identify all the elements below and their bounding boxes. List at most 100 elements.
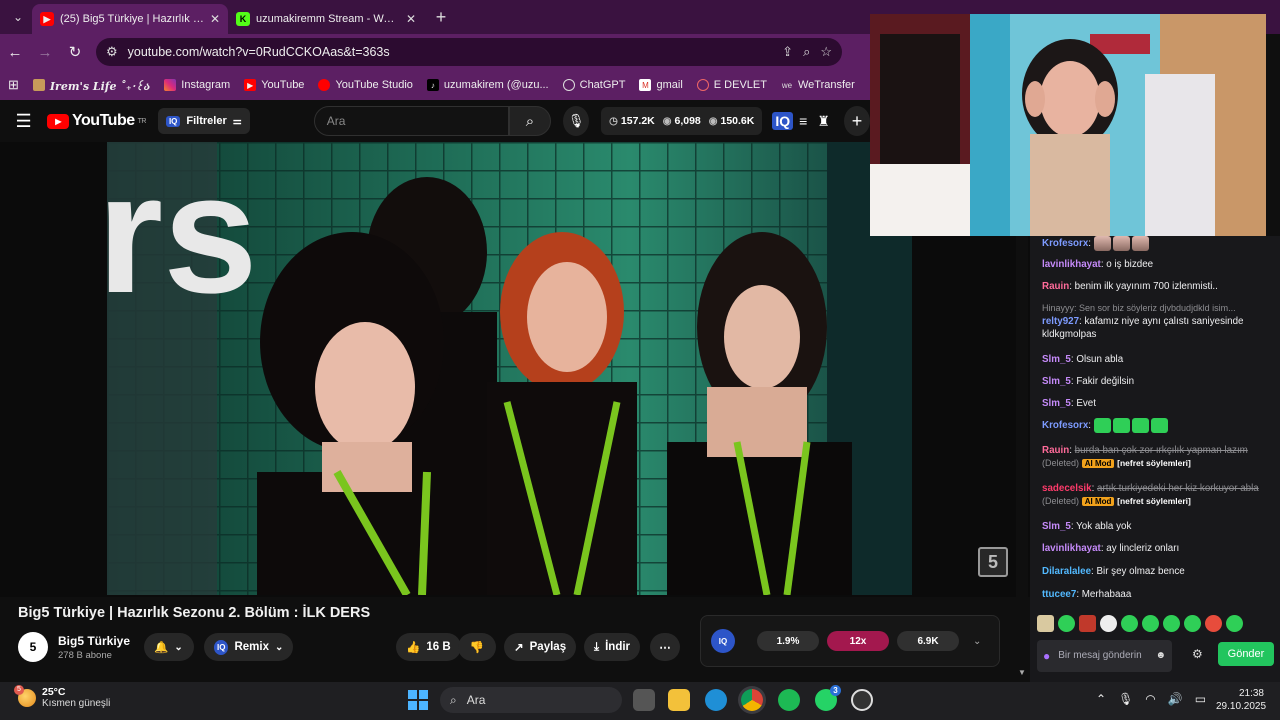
- chat-message: lavinlikhayat: ay lincleriz onları: [1042, 543, 1180, 554]
- list-icon[interactable]: ≡: [799, 113, 807, 129]
- bookmark-edevlet[interactable]: E DEVLET: [696, 79, 767, 91]
- chat-message: Slm_5: Fakir değilsin: [1042, 376, 1135, 387]
- youtube-play-icon: ▶: [47, 113, 70, 129]
- whatsapp-icon[interactable]: 3: [815, 685, 841, 711]
- remix-button[interactable]: IQ Remix ⌄: [204, 633, 294, 661]
- chat-message: Dilaralalee: Bir şey olmaz bence: [1042, 566, 1185, 577]
- chat-settings-icon[interactable]: ⚙: [1192, 647, 1203, 661]
- weather-widget[interactable]: 5 25°C Kısmen güneşli: [14, 684, 110, 709]
- bookmark-chatgpt[interactable]: ChatGPT: [562, 79, 625, 91]
- emote-icon[interactable]: [1205, 615, 1222, 632]
- emoji-icon[interactable]: ☻: [1155, 650, 1166, 662]
- bookmark-tiktok[interactable]: ♪ uzumakirem (@uzu...: [426, 79, 549, 91]
- emote-icon: [1093, 236, 1111, 251]
- voice-search-button[interactable]: 🎙: [563, 106, 590, 136]
- emote-icon: [1093, 418, 1111, 433]
- emote-icon[interactable]: [1142, 615, 1159, 632]
- notifications-button[interactable]: 🔔 ⌄: [144, 633, 194, 661]
- close-tab-icon[interactable]: ✕: [210, 12, 220, 26]
- mic-icon[interactable]: 🎙: [1118, 692, 1133, 706]
- forward-button[interactable]: →: [30, 37, 60, 67]
- new-tab-button[interactable]: +: [428, 4, 454, 30]
- emote-icon[interactable]: [1226, 615, 1243, 632]
- more-actions-button[interactable]: ⋯: [650, 633, 680, 661]
- stat-likes: ◷ 157.2K: [609, 115, 655, 127]
- mic-icon[interactable]: ●: [1043, 650, 1050, 662]
- emote-icon: [1131, 418, 1149, 433]
- emote-icon[interactable]: [1079, 615, 1096, 632]
- create-button[interactable]: +: [843, 106, 871, 136]
- download-button[interactable]: ⤓ İndir: [584, 633, 641, 661]
- task-view-icon[interactable]: [633, 689, 655, 711]
- back-button[interactable]: ←: [0, 37, 30, 67]
- edevlet-icon: [696, 79, 709, 91]
- chevron-down-icon[interactable]: ⌄: [973, 636, 981, 647]
- video-player[interactable]: rs: [107, 142, 912, 595]
- emote-icon[interactable]: [1037, 615, 1054, 632]
- thumbs-down-icon: 👎: [469, 642, 485, 654]
- tab-youtube[interactable]: ▶ (25) Big5 Türkiye | Hazırlık Sezo ✕: [32, 4, 228, 34]
- channel-avatar[interactable]: 5: [18, 632, 48, 662]
- install-app-icon[interactable]: ⇪: [782, 44, 793, 60]
- chat-message-input[interactable]: ● Bir mesaj gönderin ☻: [1037, 640, 1172, 672]
- menu-icon[interactable]: ☰: [0, 111, 47, 132]
- channel-name[interactable]: Big5 Türkiye: [58, 634, 130, 648]
- wifi-icon[interactable]: ◠: [1145, 692, 1155, 706]
- search-input[interactable]: Ara: [313, 106, 509, 136]
- emote-icon[interactable]: [1100, 615, 1117, 632]
- bookmark-instagram[interactable]: Instagram: [164, 79, 230, 91]
- zoom-icon[interactable]: ⌕: [803, 44, 810, 60]
- spotify-icon[interactable]: [778, 689, 800, 711]
- address-input[interactable]: ⚙ youtube.com/watch?v=0RudCCKOAas&t=363s…: [96, 38, 842, 66]
- share-icon: ↗: [514, 642, 524, 654]
- emote-icon[interactable]: [1058, 615, 1075, 632]
- emote-icon[interactable]: [1163, 615, 1180, 632]
- youtube-logo[interactable]: ▶ YouTube TR: [47, 112, 146, 130]
- bookmark-icon: [32, 79, 45, 91]
- emote-icon[interactable]: [1184, 615, 1201, 632]
- clock[interactable]: 21:38 29.10.2025: [1216, 687, 1266, 713]
- reload-button[interactable]: ↻: [60, 37, 90, 67]
- stat-views: ◉ 6,098: [662, 115, 701, 127]
- download-icon: ⤓: [594, 640, 600, 653]
- filters-button[interactable]: IQ Filtreler ⚌: [157, 108, 250, 134]
- file-explorer-icon[interactable]: [668, 689, 690, 711]
- tab-kick[interactable]: K uzumakiremm Stream - Watch Li ✕: [228, 4, 424, 34]
- speaker-icon[interactable]: 🔊: [1168, 692, 1183, 706]
- sliders-icon: ⚌: [232, 115, 242, 127]
- iq-metric-3: 6.9K: [897, 631, 959, 651]
- tab-search-icon[interactable]: ⌄: [4, 3, 32, 31]
- bookmark-star-icon[interactable]: ☆: [820, 44, 832, 60]
- video-title: Big5 Türkiye | Hazırlık Sezonu 2. Bölüm …: [18, 605, 371, 621]
- emote-icon[interactable]: [1121, 615, 1138, 632]
- like-button[interactable]: 👍 16 B: [396, 633, 461, 661]
- bookmark-gmail[interactable]: Mgmail: [639, 79, 683, 91]
- close-tab-icon[interactable]: ✕: [406, 12, 416, 26]
- site-info-icon[interactable]: ⚙: [106, 44, 118, 60]
- tab-title: (25) Big5 Türkiye | Hazırlık Sezo: [60, 13, 204, 25]
- thumbs-up-icon: 👍: [406, 642, 421, 654]
- battery-icon[interactable]: ▭: [1195, 692, 1206, 706]
- iq-icon: IQ: [165, 115, 181, 127]
- chevron-up-icon[interactable]: ⌃: [1096, 692, 1106, 706]
- taskbar-search[interactable]: ⌕ Ara: [440, 687, 622, 713]
- edge-icon[interactable]: [705, 689, 727, 711]
- search-button[interactable]: ⌕: [508, 106, 552, 136]
- obs-icon[interactable]: [851, 689, 873, 711]
- chrome-icon[interactable]: [741, 689, 763, 711]
- dislike-button[interactable]: 👎: [458, 633, 496, 661]
- windows-start-icon[interactable]: [408, 690, 428, 710]
- apps-grid-icon[interactable]: ⊞: [8, 77, 19, 93]
- bookmark-wetransfer[interactable]: we WeTransfer: [781, 79, 855, 91]
- trophy-icon[interactable]: ♜: [817, 113, 830, 130]
- scroll-down-arrow-icon[interactable]: ▼: [1018, 668, 1026, 677]
- bookmark-youtube-studio[interactable]: YouTube Studio: [318, 79, 413, 91]
- share-button[interactable]: ↗ Paylaş: [504, 633, 577, 661]
- gmail-icon: M: [639, 79, 652, 91]
- bookmark-youtube[interactable]: ▶ YouTube: [244, 79, 304, 91]
- channel-watermark[interactable]: 5: [978, 547, 1008, 577]
- iq-logo[interactable]: IQ: [711, 629, 735, 653]
- send-button[interactable]: Gönder: [1218, 642, 1274, 666]
- iq-icon[interactable]: IQ: [772, 112, 794, 130]
- bookmark-irems-life[interactable]: Irem's Life ˚₊‧꒰ა: [32, 78, 150, 93]
